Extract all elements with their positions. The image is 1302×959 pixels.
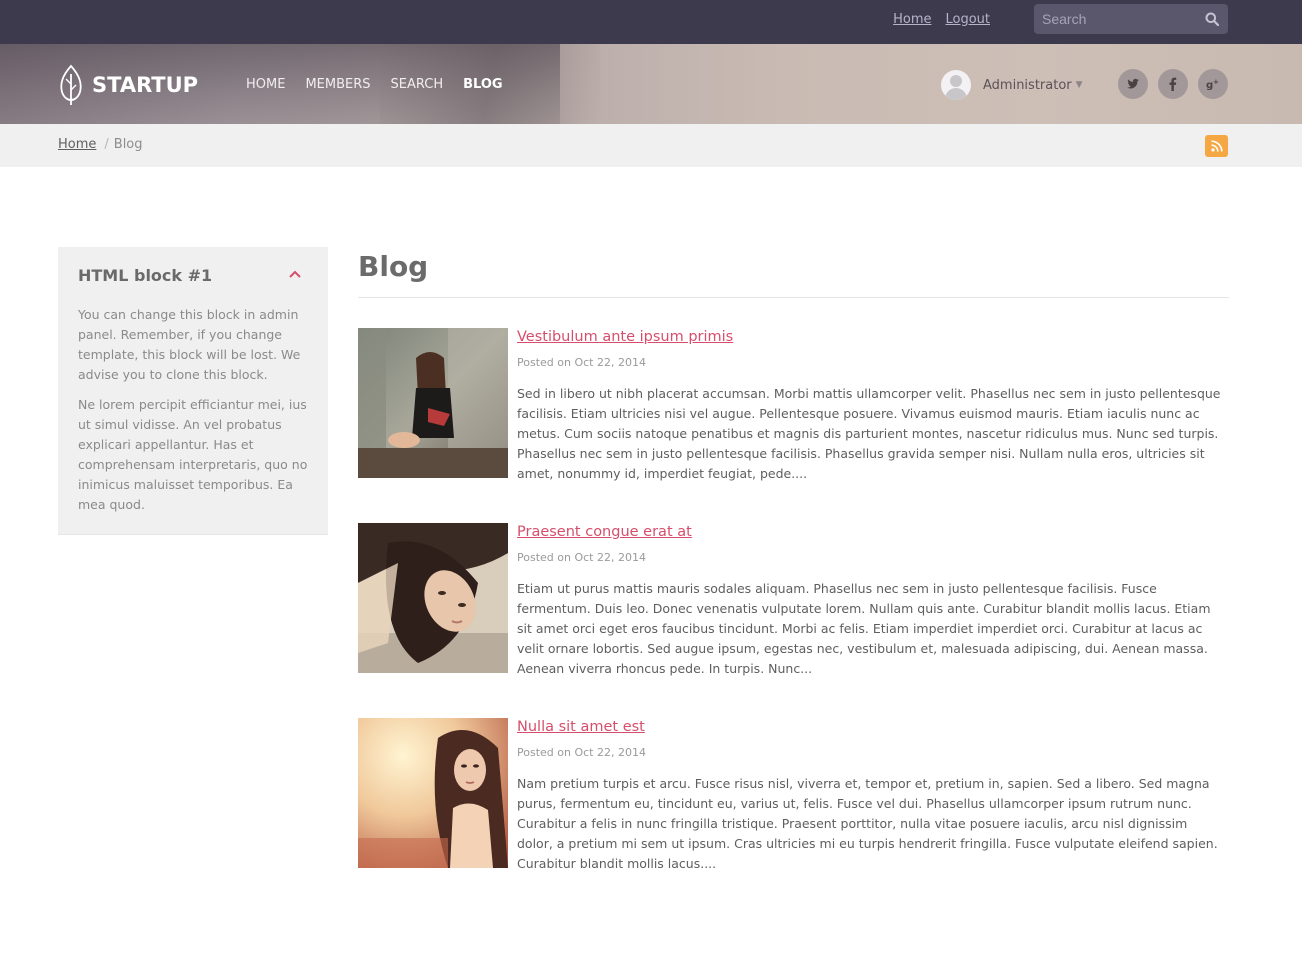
top-link-logout[interactable]: Logout	[945, 12, 990, 27]
chevron-up-icon[interactable]	[288, 267, 302, 281]
post-date: Posted on Oct 22, 2014	[517, 746, 646, 759]
sidebar-paragraph: Ne lorem percipit efficiantur mei, ius u…	[78, 397, 308, 512]
post-title-link[interactable]: Praesent congue erat at	[517, 524, 692, 540]
top-links: Home Logout	[893, 12, 990, 27]
title-divider	[358, 297, 1229, 298]
facebook-icon[interactable]	[1158, 69, 1188, 99]
google-plus-icon[interactable]: g +	[1198, 69, 1228, 99]
sidebar-html-block: HTML block #1 You can change this block …	[58, 247, 328, 535]
post-date: Posted on Oct 22, 2014	[517, 356, 646, 369]
post-title-link[interactable]: Nulla sit amet est	[517, 719, 645, 735]
main-nav: HOME MEMBERS SEARCH BLOG	[246, 77, 523, 92]
post-thumbnail[interactable]	[358, 328, 508, 478]
breadcrumb-home[interactable]: Home	[58, 137, 96, 152]
rss-icon	[1210, 140, 1223, 152]
site-header: STARTUP HOME MEMBERS SEARCH BLOG Adminis…	[0, 44, 1302, 124]
top-bar: Home Logout	[0, 0, 1302, 44]
breadcrumb-current: Blog	[113, 137, 143, 152]
breadcrumb-bar: Home / Blog	[0, 124, 1302, 167]
post-thumbnail[interactable]	[358, 523, 508, 673]
search-input[interactable]	[1034, 4, 1200, 34]
top-link-home[interactable]: Home	[893, 12, 931, 27]
leaf-icon	[60, 64, 82, 105]
search-box	[1034, 4, 1228, 34]
page-title: Blog	[358, 250, 429, 283]
post-title-link[interactable]: Vestibulum ante ipsum primis	[517, 329, 733, 345]
caret-down-icon[interactable]: ▼	[1076, 80, 1083, 90]
avatar[interactable]	[941, 70, 971, 100]
user-name[interactable]: Administrator	[983, 78, 1072, 93]
twitter-icon[interactable]	[1118, 69, 1148, 99]
post-excerpt: Nam pretium turpis et arcu. Fusce risus …	[517, 776, 1218, 871]
nav-search[interactable]: SEARCH	[391, 77, 444, 92]
breadcrumb: Home / Blog	[58, 137, 143, 152]
nav-blog[interactable]: BLOG	[463, 77, 502, 92]
svg-text:+: +	[1213, 78, 1219, 86]
nav-home[interactable]: HOME	[246, 77, 285, 92]
breadcrumb-separator: /	[104, 137, 109, 152]
rss-button[interactable]	[1205, 135, 1228, 157]
post-excerpt: Etiam ut purus mattis mauris sodales ali…	[517, 581, 1211, 676]
post-date: Posted on Oct 22, 2014	[517, 551, 646, 564]
logo-text: STARTUP	[92, 73, 199, 97]
search-icon[interactable]	[1205, 12, 1219, 26]
post-thumbnail[interactable]	[358, 718, 508, 868]
svg-text:g: g	[1206, 80, 1213, 91]
site-logo[interactable]: STARTUP	[58, 64, 198, 106]
post-excerpt: Sed in libero ut nibh placerat accumsan.…	[517, 386, 1221, 481]
user-menu[interactable]: Administrator ▼	[941, 70, 1083, 100]
nav-members[interactable]: MEMBERS	[305, 77, 370, 92]
sidebar-paragraph: You can change this block in admin panel…	[78, 307, 301, 382]
sidebar-block-title: HTML block #1	[78, 266, 213, 285]
